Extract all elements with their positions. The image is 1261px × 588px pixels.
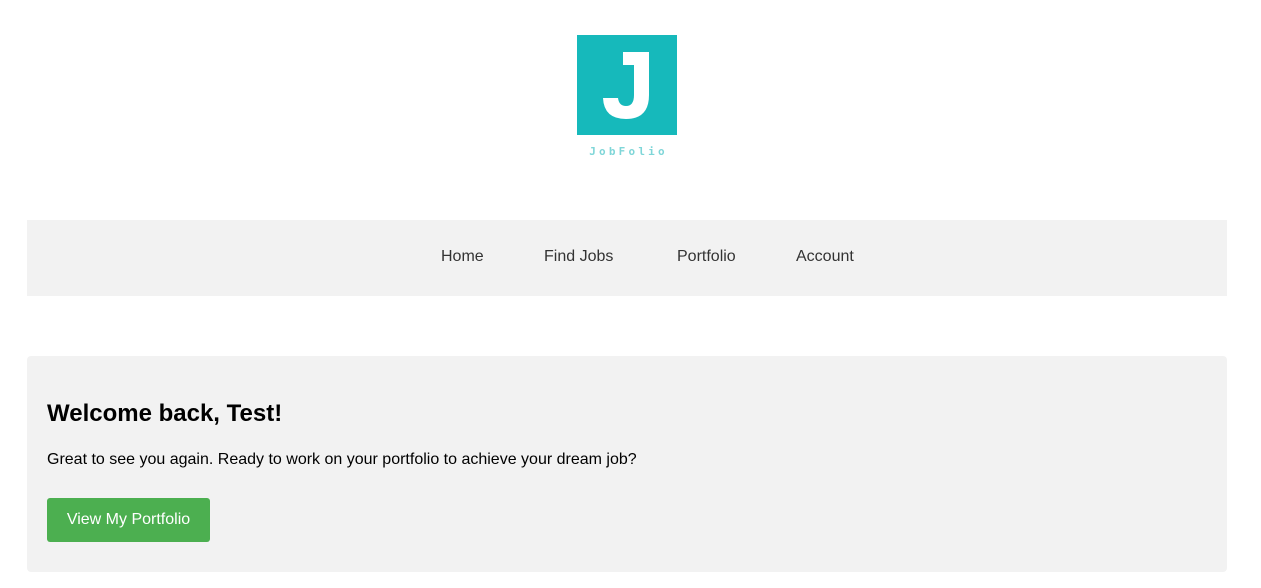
welcome-message: Great to see you again. Ready to work on… [47,451,637,468]
main-navigation: Home Find Jobs Portfolio Account [27,220,1227,296]
nav-item-find-jobs[interactable]: Find Jobs [544,248,613,266]
logo-j-glyph [603,52,649,119]
nav-item-home[interactable]: Home [441,248,484,266]
nav-item-portfolio[interactable]: Portfolio [677,248,736,266]
view-portfolio-button[interactable]: View My Portfolio [47,498,210,542]
logo-icon [577,35,677,135]
nav-item-account[interactable]: Account [796,248,854,266]
site-logo[interactable]: JobFolio [577,35,677,158]
welcome-title: Welcome back, Test! [47,400,283,427]
page: JobFolio Home Find Jobs Portfolio Accoun… [0,0,1261,588]
logo-wordmark: JobFolio [589,145,668,158]
welcome-panel: Welcome back, Test! Great to see you aga… [27,356,1227,572]
